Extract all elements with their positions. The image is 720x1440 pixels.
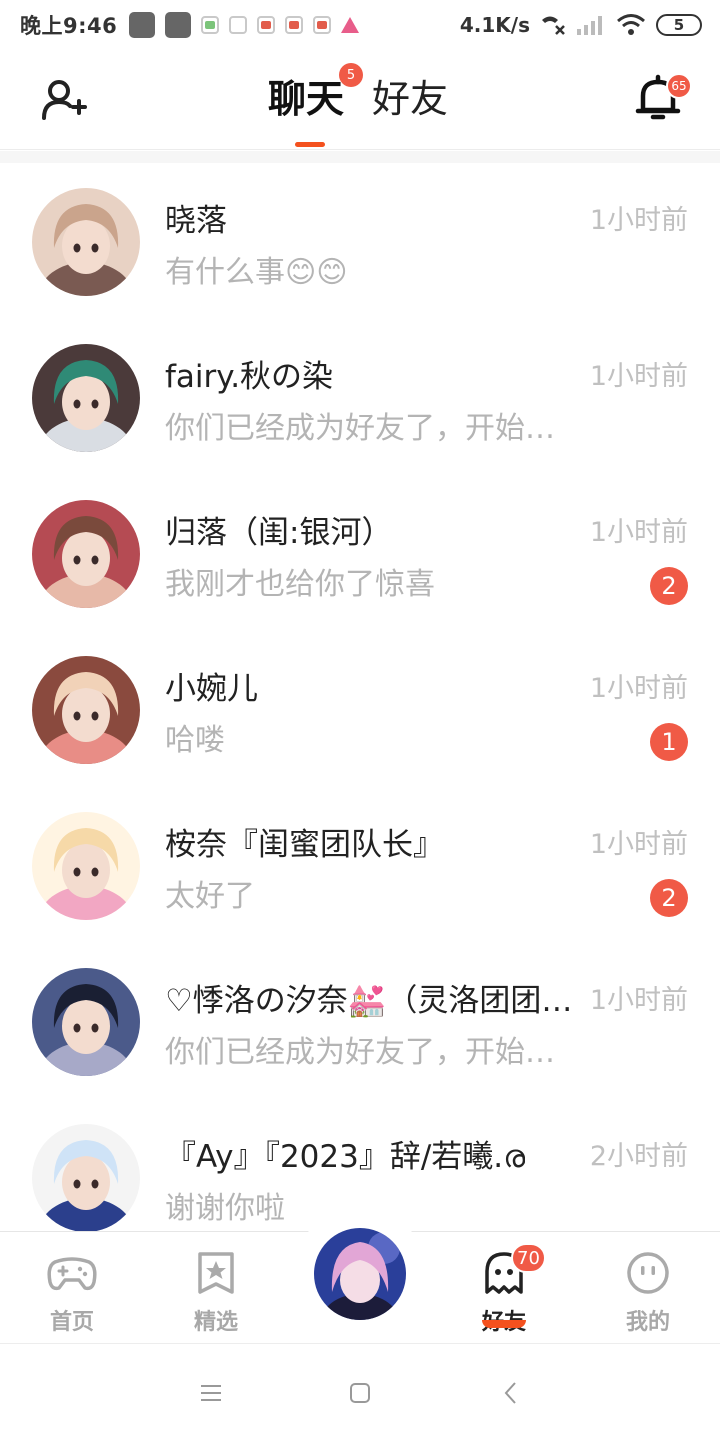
avatar[interactable] [32,968,140,1076]
status-bar: 晚上9:46 4.1K/s 5 [0,0,720,50]
message-time: 1小时前 [589,205,688,236]
contact-name: 『Ay』『2023』辞/若曦.ര [165,1139,526,1175]
contact-name: ♡悸洛の汐奈💒（灵洛团团长） [165,983,579,1019]
app-notification-icon [165,12,192,38]
nav-label: 我的 [625,1310,670,1335]
last-message: 哈喽 [165,723,225,758]
conversation-row[interactable]: 晓落有什么事😊😊 1小时前 [0,163,720,319]
notification-badge: 65 [666,73,692,99]
unread-badge: 2 [650,879,688,917]
app-notification-icon [129,12,156,38]
conversation-row[interactable]: ♡悸洛の汐奈💒（灵洛团团长） 你们已经成为好友了，开始聊天吧 1小时前 [0,943,720,1099]
message-time: 1小时前 [589,673,688,704]
conversation-row[interactable]: fairy.秋の染你们已经成为好友了，开始聊天吧 1小时前 [0,319,720,475]
last-message: 你们已经成为好友了，开始聊天吧 [165,1035,575,1070]
signal-icon [577,16,602,35]
contact-name: 归落（闺:银河） [165,515,393,551]
avatar-image [32,656,140,764]
home-square-icon[interactable] [347,1380,373,1406]
last-message: 我刚才也给你了惊喜 [165,567,435,602]
notification-icons [129,12,360,38]
last-message: 有什么事😊😊 [165,255,348,290]
gamepad-icon [47,1257,97,1291]
message-time: 1小时前 [589,985,688,1016]
avatar[interactable] [32,344,140,452]
avatar-image [32,968,140,1076]
face-icon [627,1252,669,1294]
center-avatar-button[interactable] [311,1225,409,1323]
nav-item-home[interactable]: 首页 [12,1242,132,1338]
friends-nav-badge: 70 [511,1243,546,1273]
message-time: 1小时前 [589,829,688,860]
header-divider [0,151,720,163]
app-notification-icon [313,16,332,34]
battery-level: 5 [673,16,685,34]
app-notification-icon [341,17,360,33]
avatar-image [32,344,140,452]
last-message: 谢谢你啦 [165,1191,285,1226]
system-navigation-bar [0,1343,720,1440]
menu-icon[interactable] [198,1380,224,1406]
nav-item-featured[interactable]: 精选 [156,1242,276,1338]
app-notification-icon [257,16,276,34]
star-bookmark-icon [198,1252,234,1294]
app-notification-icon [201,16,220,34]
chat-tab-badge: 5 [339,63,363,87]
network-speed: 4.1K/s [459,13,530,37]
top-header: 聊天 5 好友 65 [0,50,720,150]
avatar-image [32,500,140,608]
contact-name: 晓落 [165,203,227,239]
app-notification-icon [229,16,248,34]
active-tab-indicator [295,142,325,147]
avatar-image [32,812,140,920]
message-time: 1小时前 [589,517,688,548]
center-avatar-image [314,1228,406,1320]
contact-name: fairy.秋の染 [165,359,334,395]
conversation-row[interactable]: 桉奈『闺蜜团队长』 太好了 1小时前 2 [0,787,720,943]
avatar[interactable] [32,812,140,920]
tab-friends[interactable]: 好友 [372,74,448,124]
conversation-list: 晓落有什么事😊😊 1小时前 fairy.秋の染你们已经成为好友了，开始聊天吧 1小时前… [0,163,720,1255]
add-friend-icon[interactable] [40,78,88,122]
avatar[interactable] [32,1124,140,1232]
app-notification-icon [285,16,304,34]
contact-name: 小婉儿 [165,671,258,707]
call-missed-icon [542,16,565,35]
status-time: 晚上9:46 [20,14,118,38]
avatar[interactable] [32,188,140,296]
conversation-row[interactable]: 小婉儿哈喽 1小时前 1 [0,631,720,787]
battery-indicator: 5 [656,14,702,36]
last-message: 太好了 [165,879,255,914]
unread-badge: 1 [650,723,688,761]
wifi-icon [617,14,645,35]
nav-item-me[interactable]: 我的 [588,1242,708,1338]
last-message: 你们已经成为好友了，开始聊天吧 [165,411,575,446]
message-time: 1小时前 [589,361,688,392]
nav-label: 精选 [193,1310,238,1335]
nav-label: 首页 [49,1310,94,1335]
avatar-image [32,188,140,296]
avatar[interactable] [32,500,140,608]
conversation-row[interactable]: 归落（闺:银河） 我刚才也给你了惊喜 1小时前 2 [0,475,720,631]
contact-name: 桉奈『闺蜜团队长』 [165,827,444,863]
message-time: 2小时前 [589,1141,688,1172]
active-nav-indicator [482,1320,526,1328]
avatar[interactable] [32,656,140,764]
back-icon[interactable] [498,1380,524,1406]
avatar-image [32,1124,140,1232]
tab-chat[interactable]: 聊天 [268,74,344,124]
unread-badge: 2 [650,567,688,605]
